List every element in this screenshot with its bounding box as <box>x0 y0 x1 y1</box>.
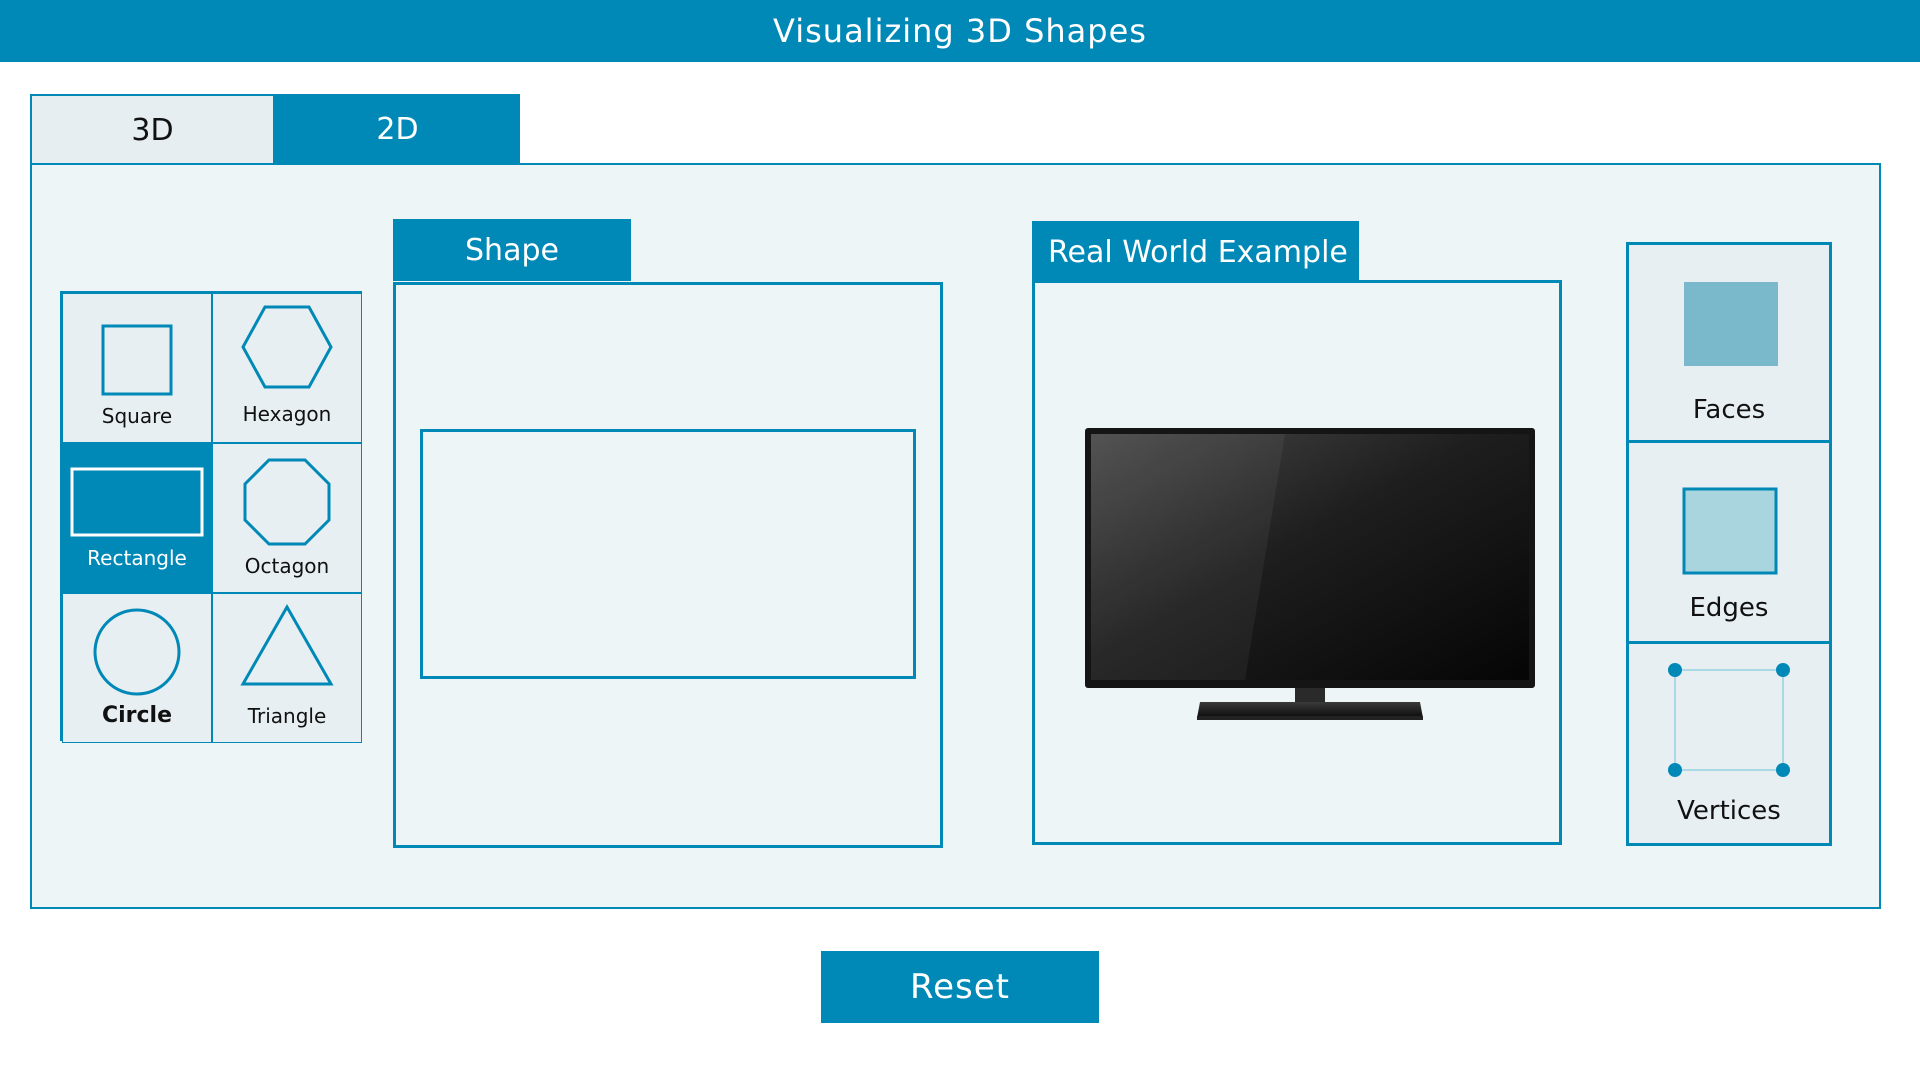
shape-option-label: Rectangle <box>87 546 187 570</box>
example-panel-title: Real World Example <box>1032 221 1359 283</box>
rectangle-icon <box>70 467 204 537</box>
octagon-icon <box>243 458 331 546</box>
vertices-label: Vertices <box>1677 796 1781 826</box>
faces-label: Faces <box>1692 395 1766 425</box>
app-title: Visualizing 3D Shapes <box>0 0 1920 62</box>
rectangle-shape <box>420 429 916 679</box>
shape-panel-title: Shape <box>393 219 631 281</box>
shape-option-label: Triangle <box>247 704 327 728</box>
shape-option-octagon[interactable]: Octagon <box>212 443 362 593</box>
triangle-icon <box>240 603 334 686</box>
square-icon <box>101 324 173 396</box>
tab-2d[interactable]: 2D <box>275 94 520 164</box>
properties-panel: Faces Edges Vertices <box>1626 242 1832 846</box>
faces-button[interactable]: Faces <box>1629 245 1829 443</box>
edges-icon <box>1682 487 1778 575</box>
shape-option-label: Hexagon <box>242 402 332 426</box>
edges-label: Edges <box>1689 593 1769 623</box>
vertices-button[interactable]: Vertices <box>1629 644 1829 843</box>
example-display <box>1032 280 1562 845</box>
tab-3d[interactable]: 3D <box>30 94 275 164</box>
shape-option-hexagon[interactable]: Hexagon <box>212 293 362 443</box>
shape-option-label: Octagon <box>244 554 330 578</box>
shape-option-rectangle[interactable]: Rectangle <box>62 443 212 593</box>
edges-button[interactable]: Edges <box>1629 443 1829 644</box>
faces-icon <box>1684 282 1778 366</box>
shape-option-square[interactable]: Square <box>62 293 212 443</box>
shape-selector-grid: Square Hexagon Rectangle Octagon Circle … <box>60 291 362 743</box>
vertices-icon <box>1668 663 1790 777</box>
shape-option-triangle[interactable]: Triangle <box>212 593 362 743</box>
shape-option-label: Circle <box>101 703 173 728</box>
television-image <box>1085 428 1535 720</box>
shape-display <box>393 282 943 848</box>
shape-option-circle[interactable]: Circle <box>62 593 212 743</box>
reset-button[interactable]: Reset <box>821 951 1099 1023</box>
circle-icon <box>93 608 181 696</box>
hexagon-icon <box>241 305 333 389</box>
shape-option-label: Square <box>101 404 173 428</box>
